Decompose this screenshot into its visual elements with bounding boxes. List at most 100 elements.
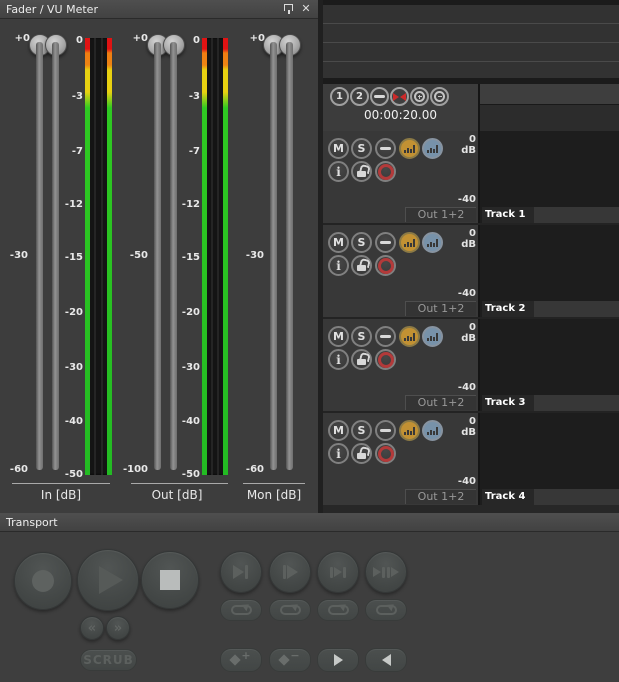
track-timeline[interactable]: Track 1 — [478, 131, 619, 223]
volume-curve-button[interactable] — [399, 138, 420, 159]
punch-play-button[interactable] — [365, 551, 407, 593]
in-group-caption: In [dB] — [21, 488, 101, 502]
loop-icon — [376, 605, 397, 615]
track-name-tab[interactable]: Track 2 — [482, 301, 534, 317]
volume-curve-button[interactable] — [399, 326, 420, 347]
play-from-start-icon — [283, 565, 286, 579]
record-arm-button[interactable] — [375, 443, 396, 464]
track-name-tab[interactable]: Track 3 — [482, 395, 534, 411]
minimize-button[interactable] — [375, 420, 396, 441]
toolbar-button-2[interactable]: 2 — [350, 87, 369, 106]
record-button[interactable] — [14, 552, 72, 610]
minus-icon — [380, 147, 391, 150]
loop-button[interactable] — [269, 599, 311, 621]
pin-icon[interactable] — [282, 3, 294, 15]
volume-curve-button[interactable] — [399, 420, 420, 441]
play-to-end-button[interactable] — [220, 551, 262, 593]
mon-fader-rail-left[interactable] — [270, 42, 277, 470]
mute-button[interactable]: M — [328, 138, 349, 159]
output-routing-button[interactable]: Out 1+2 — [405, 207, 476, 222]
loop-button[interactable] — [317, 599, 359, 621]
solo-button[interactable]: S — [351, 232, 372, 253]
timeline-ruler-bottom[interactable] — [480, 105, 619, 131]
play-to-end-icon — [245, 565, 248, 579]
lock-button[interactable] — [351, 349, 372, 370]
zoom-out-button[interactable] — [430, 87, 449, 106]
db-bottom-label: -40 — [436, 476, 476, 487]
lock-icon — [356, 165, 368, 178]
arrange-row — [323, 5, 619, 23]
toolbar-minus-button[interactable] — [370, 87, 389, 106]
zoom-in-button[interactable] — [410, 87, 429, 106]
in-fader-rail-left[interactable] — [36, 42, 43, 470]
info-icon: i — [336, 354, 341, 366]
lock-button[interactable] — [351, 161, 372, 182]
track-name-tab[interactable]: Track 4 — [482, 489, 534, 505]
record-arm-button[interactable] — [375, 161, 396, 182]
marker-add-button[interactable]: + — [220, 648, 262, 672]
loop-icon — [328, 605, 349, 615]
scrub-button[interactable]: SCRUB — [80, 649, 137, 671]
meter-scale-label: -15 — [170, 252, 200, 264]
db-unit-label: dB — [461, 333, 476, 344]
volume-curve-button[interactable] — [399, 232, 420, 253]
meter-scale-label: -30 — [53, 362, 83, 374]
mute-label: M — [333, 142, 344, 155]
lock-icon — [356, 259, 368, 272]
meter-scale-label: -40 — [170, 416, 200, 428]
prev-marker-button[interactable] — [365, 648, 407, 672]
minimize-button[interactable] — [375, 232, 396, 253]
track-db-scale: 0 dB — [436, 416, 476, 438]
track-timeline[interactable]: Track 2 — [478, 225, 619, 317]
play-to-end-icon — [233, 565, 244, 579]
record-arm-button[interactable] — [375, 349, 396, 370]
solo-button[interactable]: S — [351, 326, 372, 347]
forward-button[interactable]: » — [106, 616, 130, 640]
timecode-display[interactable]: 00:00:20.00 — [323, 108, 478, 122]
loop-button[interactable] — [365, 599, 407, 621]
play-range-button[interactable] — [317, 551, 359, 593]
minimize-button[interactable] — [375, 326, 396, 347]
track-info-button[interactable]: i — [328, 161, 349, 182]
close-icon[interactable]: ✕ — [299, 2, 313, 16]
meter-scale-label: -15 — [53, 252, 83, 264]
solo-button[interactable]: S — [351, 138, 372, 159]
timeline-ruler-top[interactable] — [480, 84, 619, 104]
out-fader-rail-left[interactable] — [154, 42, 161, 470]
out-gain-label: +0 — [126, 33, 148, 45]
punch-play-icon — [387, 567, 390, 578]
mute-button[interactable]: M — [328, 232, 349, 253]
mute-button[interactable]: M — [328, 420, 349, 441]
output-routing-button[interactable]: Out 1+2 — [405, 395, 476, 410]
track-name-tab[interactable]: Track 1 — [482, 207, 534, 223]
stop-button[interactable] — [141, 551, 199, 609]
toolbar-button-1[interactable]: 1 — [330, 87, 349, 106]
mute-button[interactable]: M — [328, 326, 349, 347]
db-top-label: 0 — [469, 416, 476, 427]
play-button[interactable] — [77, 549, 139, 611]
solo-button[interactable]: S — [351, 420, 372, 441]
play-from-start-button[interactable] — [269, 551, 311, 593]
track-timeline[interactable]: Track 4 — [478, 413, 619, 505]
next-marker-button[interactable] — [317, 648, 359, 672]
rewind-button[interactable]: « — [80, 616, 104, 640]
lock-button[interactable] — [351, 443, 372, 464]
mon-group-underline — [243, 483, 305, 484]
track-info-button[interactable]: i — [328, 443, 349, 464]
db-unit-label: dB — [461, 145, 476, 156]
lock-button[interactable] — [351, 255, 372, 276]
play-icon — [99, 566, 123, 594]
marker-remove-icon — [279, 654, 290, 665]
track-timeline[interactable]: Track 3 — [478, 319, 619, 411]
loop-button[interactable] — [220, 599, 262, 621]
meter-scale-label: -30 — [170, 362, 200, 374]
minimize-button[interactable] — [375, 138, 396, 159]
output-routing-button[interactable]: Out 1+2 — [405, 489, 476, 504]
track-info-button[interactable]: i — [328, 349, 349, 370]
output-routing-button[interactable]: Out 1+2 — [405, 301, 476, 316]
record-arm-button[interactable] — [375, 255, 396, 276]
mon-fader-rail-right[interactable] — [286, 42, 293, 470]
track-info-button[interactable]: i — [328, 255, 349, 276]
zoom-to-range-button[interactable] — [390, 87, 409, 106]
marker-remove-button[interactable]: − — [269, 648, 311, 672]
